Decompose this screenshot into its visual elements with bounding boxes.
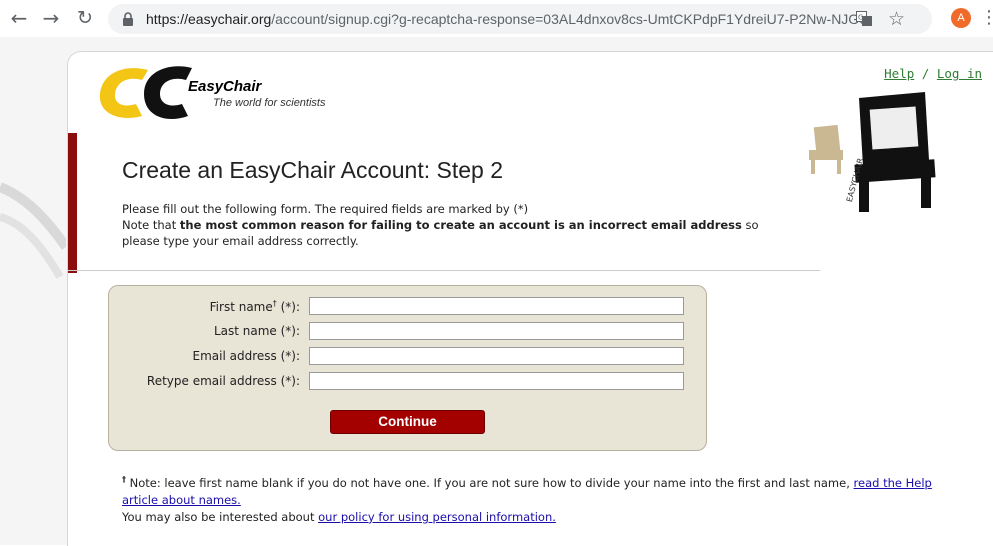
last-name-label: Last name (*): bbox=[213, 324, 300, 338]
login-link[interactable]: Log in bbox=[937, 66, 982, 81]
browser-menu-icon[interactable]: ⋮ bbox=[980, 6, 993, 30]
page-title: Create an EasyChair Account: Step 2 bbox=[122, 157, 503, 183]
first-name-label-text: First name bbox=[209, 300, 273, 314]
translate-icon[interactable]: G bbox=[856, 11, 873, 27]
email-label: Email address (*): bbox=[192, 349, 300, 363]
first-name-required-marker: (*): bbox=[276, 300, 300, 314]
main-panel: EasyChair The world for scientists Help … bbox=[67, 51, 993, 546]
reload-icon[interactable]: ↻ bbox=[72, 4, 98, 32]
help-link[interactable]: Help bbox=[884, 66, 914, 81]
retype-email-row: Retype email address (*): bbox=[109, 372, 706, 392]
svg-text:G: G bbox=[858, 14, 863, 22]
top-links-separator: / bbox=[921, 66, 930, 81]
section-accent-bar bbox=[68, 133, 77, 273]
email-row: Email address (*): bbox=[109, 347, 706, 367]
policy-line: You may also be interested about our pol… bbox=[122, 509, 962, 526]
footnote-text: Note: leave first name blank if you do n… bbox=[126, 475, 854, 490]
intro-text: Please fill out the following form. The … bbox=[122, 201, 772, 249]
url-text: https://easychair.org/account/signup.cgi… bbox=[146, 4, 866, 34]
lock-icon bbox=[123, 12, 133, 26]
intro-note-emphasis: the most common reason for failing to cr… bbox=[179, 218, 742, 232]
first-name-row: First name† (*): bbox=[109, 297, 706, 317]
profile-avatar[interactable]: A bbox=[951, 8, 971, 28]
signup-form: First name† (*): Last name (*): Email ad… bbox=[108, 285, 707, 451]
forward-arrow-icon[interactable]: → bbox=[38, 4, 64, 32]
top-links: Help / Log in bbox=[884, 66, 982, 81]
intro-line: Please fill out the following form. The … bbox=[122, 202, 529, 216]
intro-note: Note that the most common reason for fai… bbox=[122, 217, 772, 249]
last-name-row: Last name (*): bbox=[109, 322, 706, 342]
section-divider bbox=[68, 270, 820, 271]
chairs-illustration: EASYCHAIR bbox=[809, 92, 936, 212]
logo-subtitle: The world for scientists bbox=[213, 97, 326, 109]
url-host: https://easychair.org bbox=[146, 11, 272, 27]
policy-prefix: You may also be interested about bbox=[122, 509, 319, 524]
url-path: /account/signup.cgi?g-recaptcha-response… bbox=[271, 11, 866, 27]
logo-title: EasyChair bbox=[188, 78, 262, 95]
page-background: EasyChair The world for scientists Help … bbox=[0, 37, 993, 546]
last-name-input[interactable] bbox=[309, 322, 684, 340]
continue-button[interactable]: Continue bbox=[330, 410, 485, 434]
background-swirl-decoration bbox=[0, 182, 66, 279]
retype-email-label: Retype email address (*): bbox=[146, 374, 300, 388]
address-bar[interactable]: https://easychair.org/account/signup.cgi… bbox=[108, 4, 932, 34]
back-arrow-icon[interactable]: ← bbox=[6, 4, 32, 32]
easychair-logo-icon bbox=[99, 66, 192, 120]
retype-email-input[interactable] bbox=[309, 372, 684, 390]
email-input[interactable] bbox=[309, 347, 684, 365]
footnote-note: † Note: leave first name blank if you do… bbox=[122, 471, 962, 509]
first-name-label: First name† (*): bbox=[210, 299, 300, 314]
bookmark-star-icon[interactable]: ☆ bbox=[888, 7, 905, 31]
browser-toolbar: ← → ↻ https://easychair.org/account/sign… bbox=[0, 0, 993, 37]
first-name-input[interactable] bbox=[309, 297, 684, 315]
privacy-policy-link[interactable]: our policy for using personal informatio… bbox=[318, 510, 556, 524]
intro-note-prefix: Note that bbox=[122, 218, 180, 232]
footnote: † Note: leave first name blank if you do… bbox=[122, 471, 962, 526]
